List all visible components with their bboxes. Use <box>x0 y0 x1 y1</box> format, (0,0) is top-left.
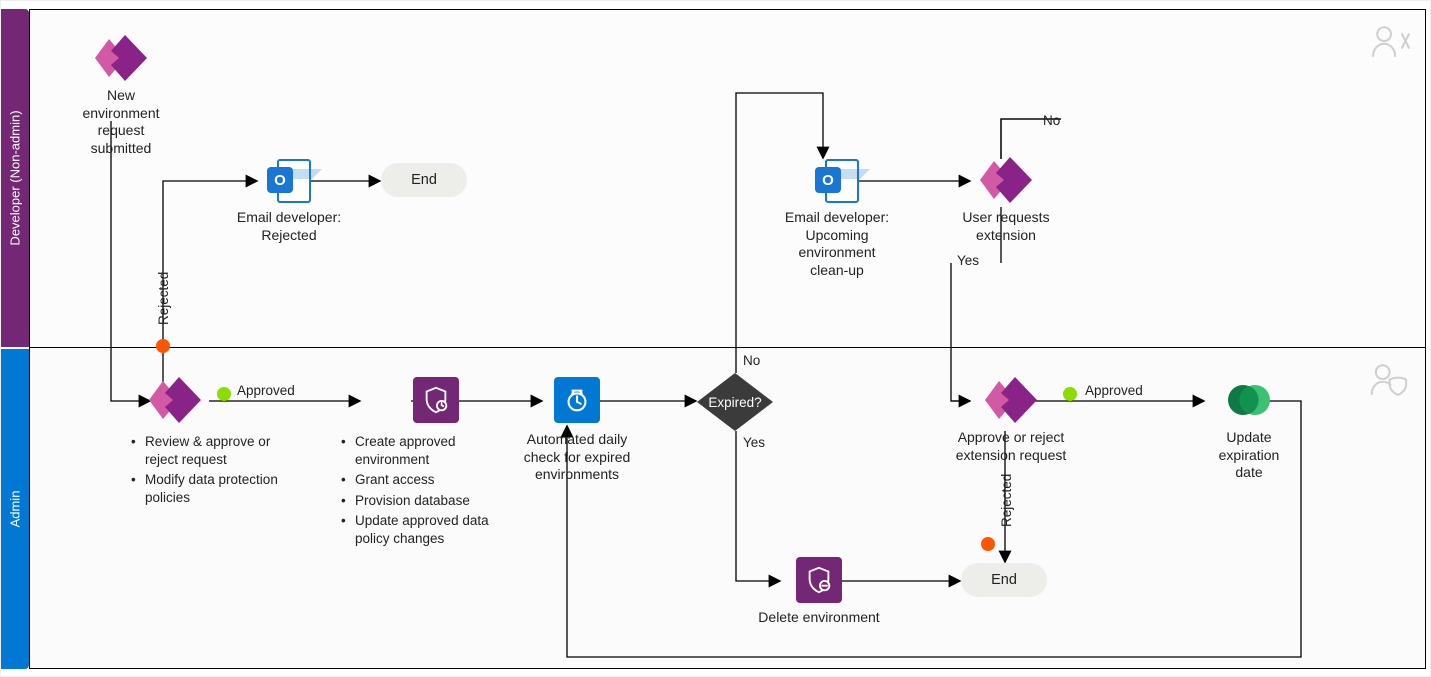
power-apps-icon <box>149 377 201 423</box>
swimlane-developer-label: Developer (Non-admin) <box>8 110 23 245</box>
node-review-request-bullets: Review & approve or reject request Modif… <box>131 433 291 506</box>
node-update-expiration: Updateexpirationdate <box>1199 377 1299 482</box>
edge-label-rejected-1: Rejected <box>156 272 171 325</box>
node-approve-extension-label: Approve or rejectextension request <box>951 429 1071 464</box>
power-platform-admin-icon <box>361 377 511 423</box>
swimlane-tabs: Developer (Non-admin) Admin <box>1 1 29 676</box>
diagram-canvas: Developer (Non-admin) Admin <box>0 0 1431 677</box>
admin-persona-icon <box>1369 360 1413 398</box>
edge-label-approved-2: Approved <box>1085 383 1143 398</box>
dataverse-icon <box>1226 377 1272 423</box>
edge-label-rejected-2: Rejected <box>999 474 1014 527</box>
status-dot-rejected-1 <box>156 339 170 353</box>
node-create-environment-bullets: Create approved environment Grant access… <box>341 433 511 547</box>
decision-diamond: Expired? <box>697 373 773 431</box>
node-email-upcoming-label: Email developer:Upcomingenvironmentclean… <box>777 209 897 279</box>
maker-persona-icon <box>1369 22 1413 60</box>
power-platform-admin-icon <box>749 557 889 603</box>
power-automate-scheduled-icon <box>517 377 637 423</box>
node-review-request: Review & approve or reject request Modif… <box>131 377 291 509</box>
node-user-requests-extension-label: User requestsextension <box>951 209 1061 244</box>
node-new-request-label: New environmentrequest submitted <box>71 87 171 157</box>
node-daily-check-label: Automated dailycheck for expiredenvironm… <box>517 431 637 484</box>
swimlane-admin-tab: Admin <box>1 349 29 669</box>
status-dot-rejected-2 <box>981 537 995 551</box>
edge-label-no-1: No <box>743 353 760 368</box>
end-pill-1: End <box>381 163 467 197</box>
power-apps-icon <box>95 35 147 81</box>
node-email-upcoming: O Email developer:Upcomingenvironmentcle… <box>777 157 897 279</box>
swimlane-admin-label: Admin <box>8 491 23 528</box>
edge-label-no-2: No <box>1043 113 1060 128</box>
outlook-icon: O <box>812 157 862 201</box>
edge-label-yes-1: Yes <box>743 435 765 450</box>
end-pill-2: End <box>961 563 1047 597</box>
node-create-environment: Create approved environment Grant access… <box>341 377 511 550</box>
node-email-rejected-label: Email developer:Rejected <box>229 209 349 244</box>
node-delete-environment: Delete environment <box>749 557 889 627</box>
node-new-request: New environmentrequest submitted <box>71 35 171 157</box>
swimlane-developer-tab: Developer (Non-admin) <box>1 9 29 347</box>
edge-label-yes-2: Yes <box>957 253 979 268</box>
node-update-expiration-label: Updateexpirationdate <box>1199 429 1299 482</box>
node-email-rejected: O Email developer:Rejected <box>229 157 349 244</box>
power-apps-icon <box>980 157 1032 203</box>
power-apps-icon <box>985 377 1037 423</box>
node-end-2: End <box>961 563 1047 597</box>
node-end-1: End <box>381 163 467 197</box>
node-daily-check: Automated dailycheck for expiredenvironm… <box>517 377 637 484</box>
node-expired-decision: Expired? <box>697 373 773 431</box>
node-approve-extension: Approve or rejectextension request <box>951 377 1071 464</box>
outlook-icon: O <box>264 157 314 201</box>
node-delete-environment-label: Delete environment <box>749 609 889 627</box>
node-user-requests-extension: User requestsextension <box>951 157 1061 244</box>
